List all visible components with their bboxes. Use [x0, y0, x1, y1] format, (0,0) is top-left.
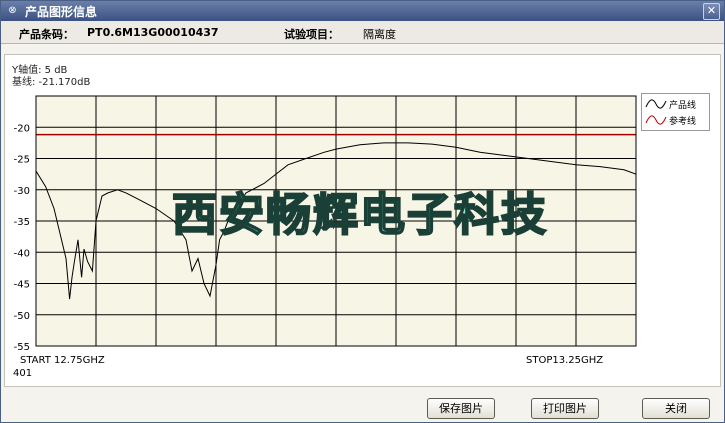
- legend: 产品线 参考线: [641, 93, 710, 131]
- stop-frequency: STOP13.25GHZ: [526, 355, 604, 366]
- y-tick-label: -50: [14, 311, 30, 322]
- save-image-button[interactable]: 保存图片: [427, 398, 495, 419]
- legend-item-reference: 参考线: [645, 112, 708, 128]
- y-tick-label: -25: [14, 155, 30, 166]
- y-tick-label: -55: [14, 342, 30, 353]
- point-count: 401: [13, 368, 33, 379]
- y-tick-label: -20: [14, 123, 30, 134]
- legend-item-product: 产品线: [645, 96, 708, 112]
- y-tick-label: -35: [14, 217, 30, 228]
- legend-swatch-product: [645, 99, 667, 109]
- legend-label-reference: 参考线: [669, 117, 697, 127]
- start-frequency: START 12.75GHZ: [20, 355, 105, 366]
- y-tick-label: -40: [14, 248, 30, 259]
- y-tick-label: -30: [14, 186, 30, 197]
- legend-label-product: 产品线: [669, 101, 697, 111]
- legend-swatch-reference: [645, 115, 667, 125]
- y-tick-labels: -20 -25 -30 -35 -40 -45 -50 -55: [14, 123, 30, 353]
- close-button[interactable]: 关闭: [642, 398, 710, 419]
- print-image-button[interactable]: 打印图片: [531, 398, 599, 419]
- watermark-text: 西安畅辉电子科技: [171, 187, 548, 242]
- y-tick-label: -45: [14, 280, 30, 291]
